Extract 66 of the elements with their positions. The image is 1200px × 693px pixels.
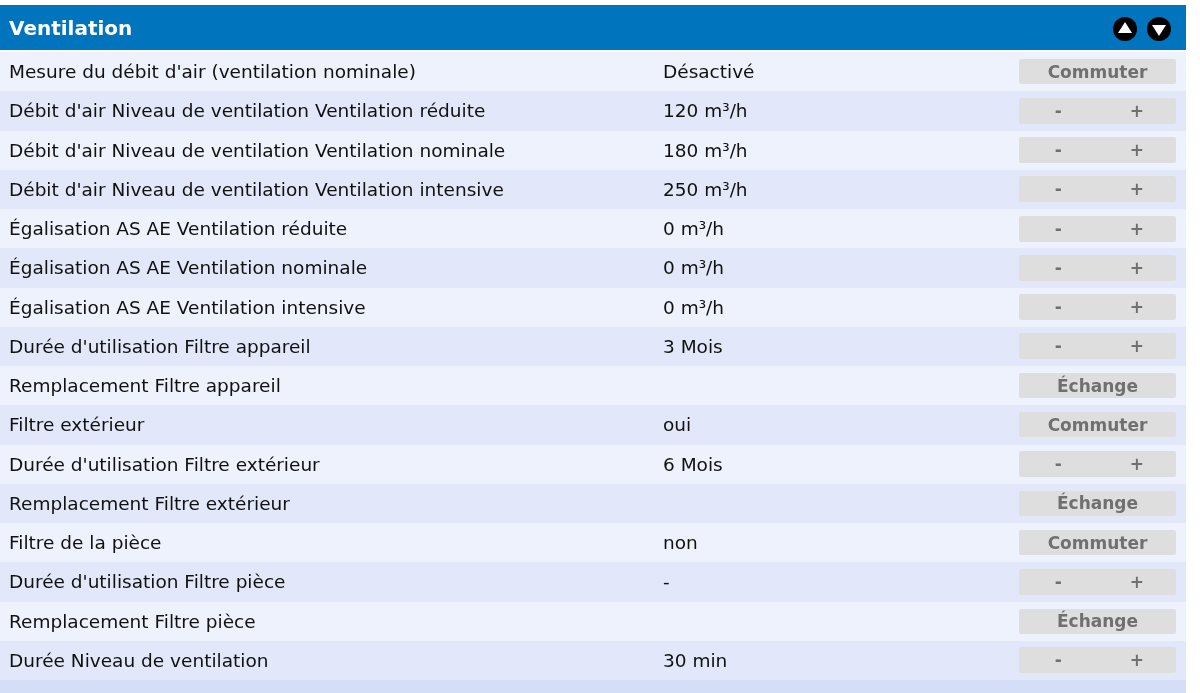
setting-label: Remplacement Filtre extérieur <box>9 492 291 514</box>
setting-value: oui <box>663 414 692 436</box>
stepper-control[interactable]: - + <box>1019 647 1176 674</box>
stepper-control[interactable]: - + <box>1019 137 1176 164</box>
setting-label: Filtre de la pièce <box>9 532 163 554</box>
decrease-button[interactable]: - <box>1019 97 1098 124</box>
decrease-button[interactable]: - <box>1019 215 1098 242</box>
setting-value: 120 m³/h <box>663 100 748 122</box>
setting-value: 0 m³/h <box>663 257 725 279</box>
setting-value: 0 m³/h <box>663 296 725 318</box>
setting-label: Filtre extérieur <box>9 414 146 436</box>
increase-button[interactable]: + <box>1097 215 1176 242</box>
increase-button[interactable]: + <box>1097 254 1176 281</box>
action-button[interactable]: Échange <box>1019 490 1176 516</box>
stepper-control[interactable]: - + <box>1019 568 1176 595</box>
setting-label: Débit d'air Niveau de ventilation Ventilation nominale <box>9 139 507 161</box>
setting-label: Durée d'utilisation Filtre appareil <box>9 335 312 357</box>
stepper-control[interactable]: - + <box>1019 451 1176 478</box>
decrease-button[interactable]: - <box>1019 568 1098 595</box>
setting-label: Mesure du débit d'air (ventilation nominale) <box>9 61 417 83</box>
setting-value: 0 m³/h <box>663 218 725 240</box>
setting-label: Remplacement Filtre pièce <box>9 610 257 632</box>
decrease-button[interactable]: - <box>1019 137 1098 164</box>
action-button[interactable]: Commuter <box>1019 412 1176 438</box>
action-button[interactable]: Commuter <box>1019 59 1176 85</box>
setting-label: Égalisation AS AE Ventilation réduite <box>9 218 349 240</box>
decrease-button[interactable]: - <box>1019 294 1098 321</box>
panel-title: Ventilation <box>9 15 133 40</box>
stepper-control[interactable]: - + <box>1019 333 1176 360</box>
setting-value: 250 m³/h <box>663 178 748 200</box>
decrease-button[interactable]: - <box>1019 254 1098 281</box>
action-button[interactable]: Commuter <box>1019 530 1176 556</box>
stepper-control[interactable]: - + <box>1019 215 1176 242</box>
setting-label: Égalisation AS AE Ventilation nominale <box>9 257 369 279</box>
increase-button[interactable]: + <box>1097 647 1176 674</box>
setting-value: 6 Mois <box>663 453 723 475</box>
setting-label: Remplacement Filtre appareil <box>9 375 282 397</box>
stepper-control[interactable]: - + <box>1019 294 1176 321</box>
decrease-button[interactable]: - <box>1019 176 1098 203</box>
setting-label: Débit d'air Niveau de ventilation Ventilation réduite <box>9 100 487 122</box>
increase-button[interactable]: + <box>1097 451 1176 478</box>
stepper-control[interactable]: - + <box>1019 176 1176 203</box>
decrease-button[interactable]: - <box>1019 451 1098 478</box>
setting-label: Durée Niveau de ventilation <box>9 649 270 671</box>
increase-button[interactable]: + <box>1097 568 1176 595</box>
increase-button[interactable]: + <box>1097 97 1176 124</box>
increase-button[interactable]: + <box>1097 294 1176 321</box>
stepper-control[interactable]: - + <box>1019 97 1176 124</box>
increase-button[interactable]: + <box>1097 333 1176 360</box>
setting-label: Durée d'utilisation Filtre extérieur <box>9 453 321 475</box>
increase-button[interactable]: + <box>1097 176 1176 203</box>
setting-value: - <box>663 571 670 593</box>
setting-value: non <box>663 532 698 554</box>
setting-value: Désactivé <box>663 61 755 83</box>
decrease-button[interactable]: - <box>1019 333 1098 360</box>
decrease-button[interactable]: - <box>1019 647 1098 674</box>
setting-label: Durée d'utilisation Filtre pièce <box>9 571 287 593</box>
setting-value: 30 min <box>663 649 728 671</box>
action-button[interactable]: Échange <box>1019 373 1176 399</box>
setting-label: Débit d'air Niveau de ventilation Ventilation intensive <box>9 178 505 200</box>
increase-button[interactable]: + <box>1097 137 1176 164</box>
action-button[interactable]: Échange <box>1019 608 1176 634</box>
setting-label: Égalisation AS AE Ventilation intensive <box>9 296 367 318</box>
setting-value: 180 m³/h <box>663 139 748 161</box>
setting-value: 3 Mois <box>663 335 723 357</box>
stepper-control[interactable]: - + <box>1019 254 1176 281</box>
